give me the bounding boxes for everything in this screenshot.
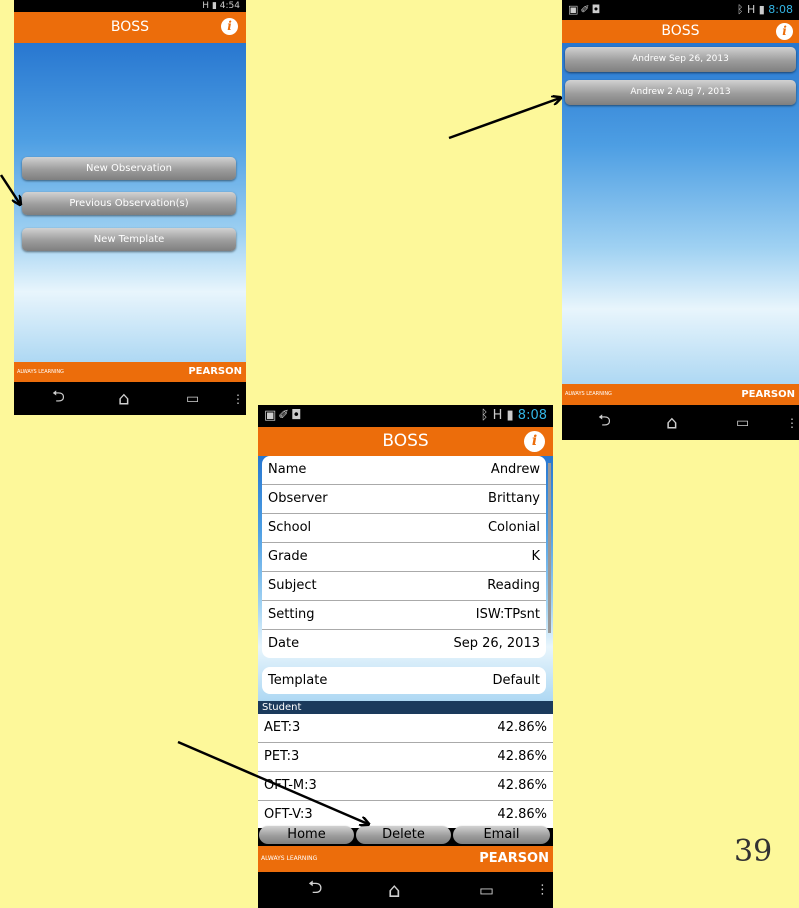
- arrow-icon: [177, 740, 368, 824]
- arrow-icon: [0, 174, 20, 204]
- arrow-icon: [448, 98, 560, 140]
- annotation-arrows: [0, 0, 799, 908]
